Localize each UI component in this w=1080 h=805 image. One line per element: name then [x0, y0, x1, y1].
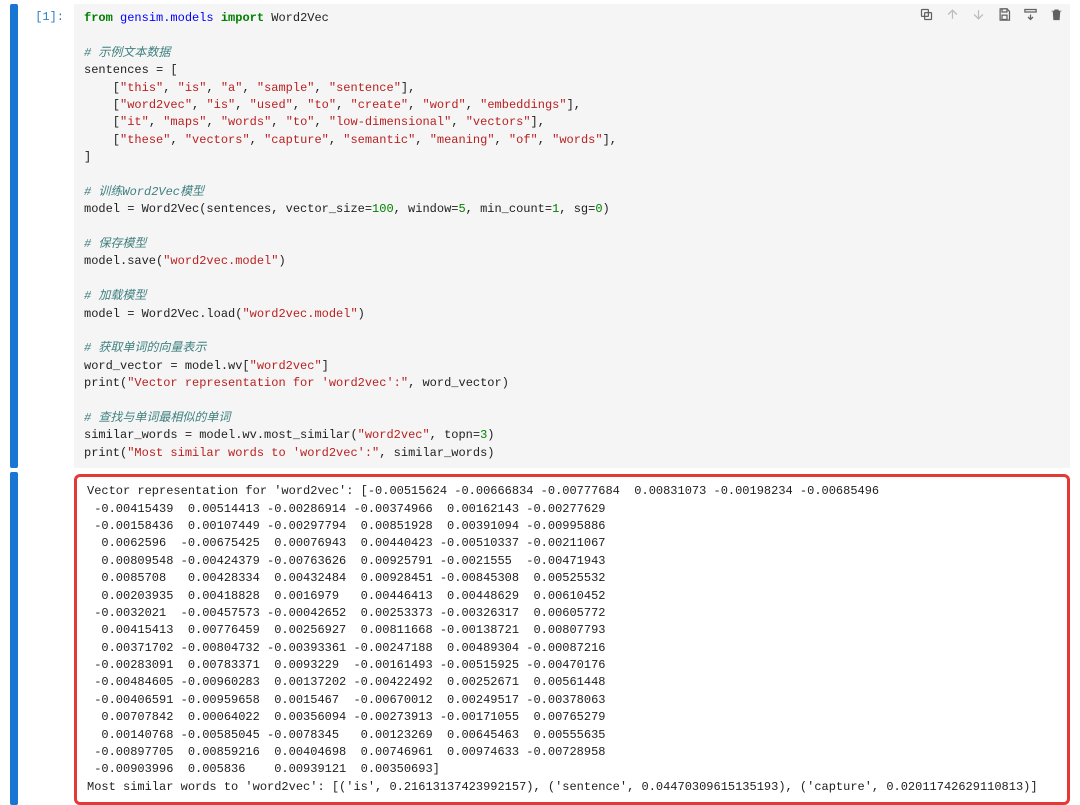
str: "a" — [221, 81, 243, 95]
code-editor[interactable]: from gensim.models import Word2Vec # 示例文… — [74, 4, 1070, 468]
str: "word2vec.model" — [163, 254, 278, 268]
str: "these" — [120, 133, 170, 147]
code-text: similar_words = model.wv.most_similar( — [84, 428, 358, 442]
str: "of" — [509, 133, 538, 147]
str: "Most similar words to 'word2vec':" — [127, 446, 379, 460]
str: "to" — [307, 98, 336, 112]
str: "words" — [552, 133, 602, 147]
str: "words" — [221, 115, 271, 129]
output-gutter — [10, 472, 18, 805]
str: "vectors" — [185, 133, 250, 147]
code-text: ] — [84, 150, 91, 164]
code-text: ) — [278, 254, 285, 268]
str: "capture" — [264, 133, 329, 147]
comment: # 查找与单词最相似的单词 — [84, 411, 230, 425]
str: "word2vec.model" — [242, 307, 357, 321]
code-text: model = Word2Vec.load( — [84, 307, 242, 321]
str: "is" — [206, 98, 235, 112]
comment: # 保存模型 — [84, 237, 146, 251]
str: "to" — [286, 115, 315, 129]
code-text: , similar_words) — [379, 446, 494, 460]
code-text: model = Word2Vec(sentences, vector_size= — [84, 202, 372, 216]
comment: # 示例文本数据 — [84, 46, 170, 60]
arrow-down-icon[interactable] — [970, 6, 986, 22]
execution-prompt: [1]: — [24, 4, 74, 468]
code-text: , window= — [394, 202, 459, 216]
str: "maps" — [163, 115, 206, 129]
num: 0 — [595, 202, 602, 216]
str: "create" — [351, 98, 409, 112]
str: "low-dimensional" — [329, 115, 451, 129]
code-text: print( — [84, 376, 127, 390]
num: 100 — [372, 202, 394, 216]
str: "Vector representation for 'word2vec':" — [127, 376, 408, 390]
code-text: ) — [358, 307, 365, 321]
code-text: ) — [487, 428, 494, 442]
cell-gutter — [10, 4, 18, 468]
code-text: , sg= — [559, 202, 595, 216]
code-text: , word_vector) — [408, 376, 509, 390]
str: "meaning" — [430, 133, 495, 147]
str: "embeddings" — [480, 98, 566, 112]
code-text: print( — [84, 446, 127, 460]
str: "word2vec" — [358, 428, 430, 442]
module: gensim.models — [120, 11, 214, 25]
notebook-container: [1]: from gensim.models import Word2Vec … — [0, 0, 1080, 805]
code-text: word_vector = model.wv[ — [84, 359, 250, 373]
comment: # 训练Word2Vec模型 — [84, 185, 204, 199]
comment: # 获取单词的向量表示 — [84, 341, 206, 355]
str: "used" — [250, 98, 293, 112]
str: "sample" — [257, 81, 315, 95]
str: "sentence" — [329, 81, 401, 95]
cell-output: Vector representation for 'word2vec': [-… — [74, 474, 1070, 805]
str: "word2vec" — [250, 359, 322, 373]
str: "is" — [178, 81, 207, 95]
code-text: ) — [603, 202, 610, 216]
code-text: sentences = [ — [84, 63, 178, 77]
str: "word2vec" — [120, 98, 192, 112]
trash-icon[interactable] — [1048, 6, 1064, 22]
num: 5 — [458, 202, 465, 216]
output-cell: Vector representation for 'word2vec': [-… — [10, 472, 1070, 805]
comment: # 加载模型 — [84, 289, 146, 303]
keyword: from — [84, 11, 113, 25]
insert-below-icon[interactable] — [1022, 6, 1038, 22]
output-prompt — [24, 472, 74, 805]
str: "word" — [423, 98, 466, 112]
copy-icon[interactable] — [918, 6, 934, 22]
keyword: import — [221, 11, 264, 25]
code-text: , min_count= — [466, 202, 552, 216]
cell-toolbar — [918, 6, 1064, 22]
code-text: , topn= — [430, 428, 480, 442]
str: "vectors" — [466, 115, 531, 129]
name: Word2Vec — [271, 11, 329, 25]
code-text: ] — [322, 359, 329, 373]
code-cell: [1]: from gensim.models import Word2Vec … — [10, 4, 1070, 468]
str: "it" — [120, 115, 149, 129]
code-text: model.save( — [84, 254, 163, 268]
save-icon[interactable] — [996, 6, 1012, 22]
str: "semantic" — [343, 133, 415, 147]
arrow-up-icon[interactable] — [944, 6, 960, 22]
str: "this" — [120, 81, 163, 95]
